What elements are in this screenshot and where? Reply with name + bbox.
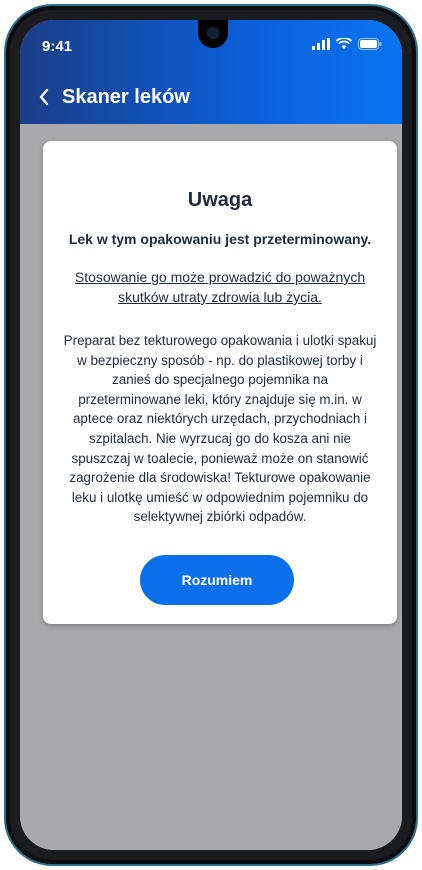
dialog-subtitle: Lek w tym opakowaniu jest przeterminowan… [68,231,372,247]
understand-button[interactable]: Rozumiem [140,555,294,605]
page-title: Skaner leków [62,86,190,108]
dialog-warning: Stosowanie go może prowadzić do poważnyc… [74,269,366,305]
phone-screen: 9:41 Skaner leków Uwaga Lek w tym opakow… [20,20,402,850]
signal-icon [312,38,330,50]
navigation-bar: Skaner leków [20,78,402,118]
wifi-icon [336,38,352,49]
status-time: 9:41 [42,38,73,55]
chevron-left-icon[interactable] [38,88,50,111]
dialog-title: Uwaga [187,189,253,211]
dialog-body-text: Preparat bez tekturowego opakowania i ul… [63,333,377,525]
battery-icon [358,38,382,50]
status-icons [312,38,382,50]
alert-dialog: Uwaga Lek w tym opakowaniu jest przeterm… [43,141,397,624]
